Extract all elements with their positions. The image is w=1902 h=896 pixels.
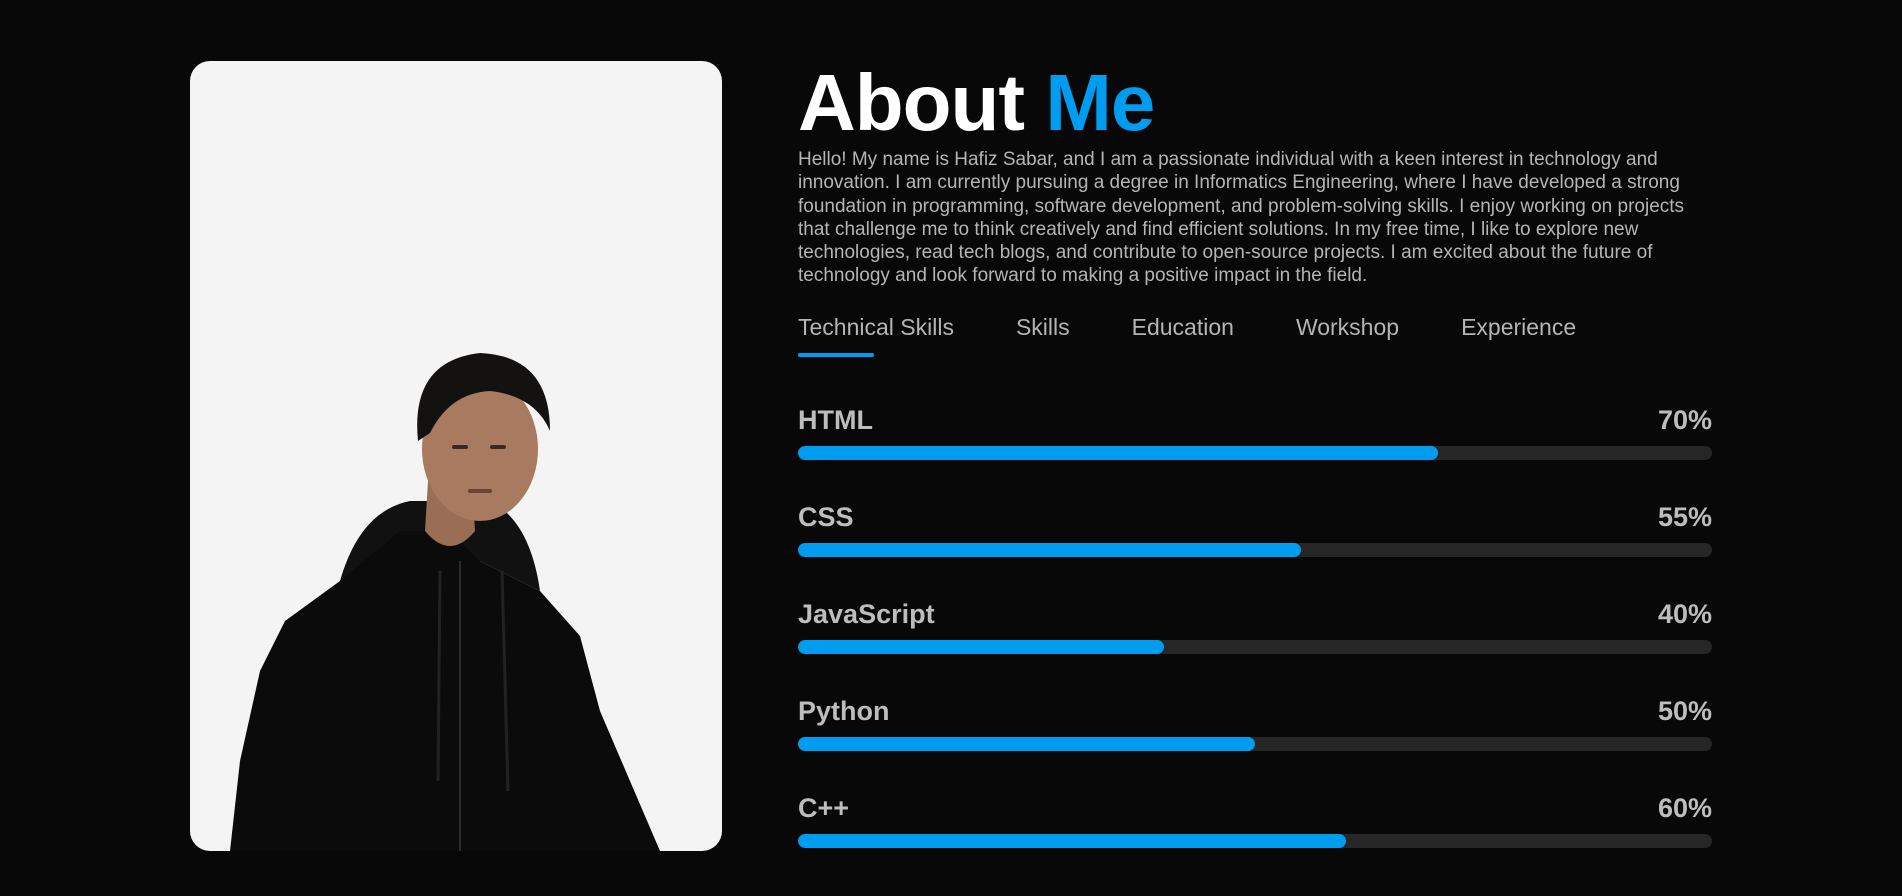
progress-track xyxy=(798,542,1712,557)
progress-fill xyxy=(798,445,1438,460)
skill-percent: 40% xyxy=(1657,598,1712,629)
profile-photo xyxy=(230,353,660,851)
progress-track xyxy=(798,736,1712,751)
about-title: About Me xyxy=(798,60,1712,146)
tab-technical-skills[interactable]: Technical Skills xyxy=(798,314,954,357)
bio-paragraph: Hello! My name is Hafiz Sabar, and I am … xyxy=(798,149,1685,287)
progress-fill xyxy=(798,833,1347,848)
progress-fill xyxy=(798,542,1301,557)
skill-javascript: JavaScript 40% xyxy=(798,598,1712,697)
skills-tabs: Technical Skills Skills Education Worksh… xyxy=(798,314,1712,357)
title-about: About xyxy=(798,58,1025,147)
skill-name: CSS xyxy=(798,501,854,532)
progress-fill xyxy=(798,639,1164,654)
tab-experience[interactable]: Experience xyxy=(1461,314,1576,354)
progress-track xyxy=(798,833,1712,848)
tab-workshop[interactable]: Workshop xyxy=(1296,314,1399,354)
skill-percent: 70% xyxy=(1657,404,1712,435)
about-section: About Me Hello! My name is Hafiz Sabar, … xyxy=(798,60,1712,891)
skill-percent: 60% xyxy=(1657,792,1712,823)
progress-track xyxy=(798,639,1712,654)
tab-skills[interactable]: Skills xyxy=(1016,314,1070,354)
skill-css: CSS 55% xyxy=(798,501,1712,600)
title-me: Me xyxy=(1045,58,1155,147)
skill-python: Python 50% xyxy=(798,695,1712,794)
skill-name: JavaScript xyxy=(798,598,935,629)
skill-name: HTML xyxy=(798,404,873,435)
skill-cpp: C++ 60% xyxy=(798,792,1712,891)
progress-fill xyxy=(798,736,1255,751)
tab-education[interactable]: Education xyxy=(1132,314,1234,354)
profile-photo-card xyxy=(190,61,722,851)
skill-list: HTML 70% CSS 55% JavaScript 40% Python 50% C… xyxy=(798,404,1712,891)
skill-html: HTML 70% xyxy=(798,404,1712,503)
progress-track xyxy=(798,445,1712,460)
skill-percent: 55% xyxy=(1657,501,1712,532)
skill-name: Python xyxy=(798,695,890,726)
skill-name: C++ xyxy=(798,792,850,823)
skill-percent: 50% xyxy=(1657,695,1712,726)
